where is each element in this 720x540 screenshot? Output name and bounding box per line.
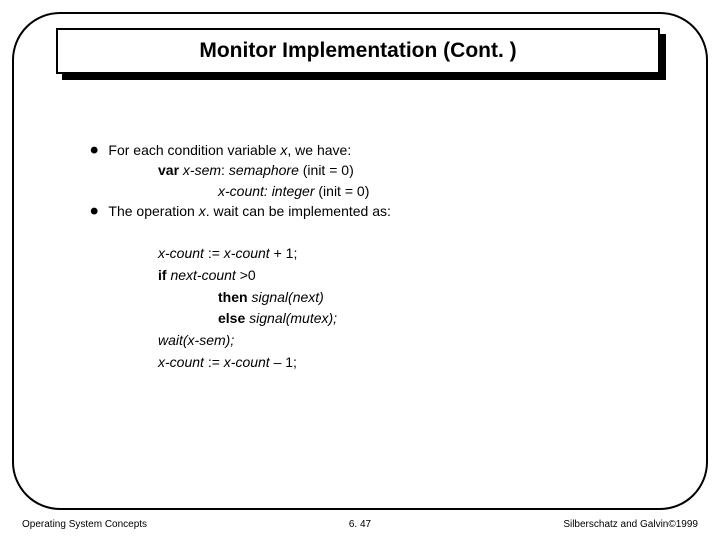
code-block: x-count := x-count + 1; if next-count >0…	[90, 243, 660, 373]
bullet-dot-icon: •	[90, 205, 98, 219]
b1-lead: For each condition variable	[108, 142, 280, 158]
code-line-6: x-count := x-count – 1;	[158, 352, 660, 374]
xsem-name: x-sem	[183, 162, 221, 178]
bullet-dot-icon: •	[90, 144, 98, 158]
l6d: – 1;	[274, 354, 297, 370]
slide-footer: Operating System Concepts 6. 47 Silbersc…	[0, 519, 720, 530]
footer-authors: Silberschatz and Galvin	[563, 519, 668, 530]
b1-tail: , we have:	[287, 142, 351, 158]
xcount-name: x-count: integer	[218, 183, 318, 199]
l1d: + 1;	[274, 245, 298, 261]
l6b: :=	[208, 354, 224, 370]
l4b: signal(mutex);	[249, 310, 337, 326]
colon1: :	[221, 162, 229, 178]
init2: (init = 0)	[318, 183, 369, 199]
footer-right: Silberschatz and Galvin©1999	[563, 519, 698, 530]
l2b: next-count	[170, 267, 239, 283]
slide-content: • For each condition variable x, we have…	[90, 140, 660, 373]
footer-left: Operating System Concepts	[22, 519, 147, 530]
l1b: :=	[208, 245, 224, 261]
type1: semaphore	[229, 162, 303, 178]
b2-tail: . wait can be implemented as:	[206, 203, 391, 219]
b2-op: x	[199, 203, 206, 219]
code-line-4: else signal(mutex);	[158, 308, 660, 330]
footer-year: 1999	[676, 519, 698, 530]
code-line-3: then signal(next)	[158, 287, 660, 309]
bullet-1: • For each condition variable x, we have…	[90, 140, 660, 160]
l1c: x-count	[224, 245, 274, 261]
slide-title: Monitor Implementation (Cont. )	[199, 39, 516, 63]
bullet-2: • The operation x. wait can be implement…	[90, 201, 660, 221]
l5: wait(x-sem);	[158, 332, 234, 348]
init1: (init = 0)	[303, 162, 354, 178]
code-line-2: if next-count >0	[158, 265, 660, 287]
l1a: x-count	[158, 245, 208, 261]
slide-title-box: Monitor Implementation (Cont. )	[56, 28, 660, 74]
code-line-5: wait(x-sem);	[158, 330, 660, 352]
l2c: >0	[240, 267, 256, 283]
bullet-2-text: The operation x. wait can be implemented…	[108, 201, 391, 221]
l3a: then	[218, 289, 251, 305]
l3b: signal(next)	[251, 289, 323, 305]
l6a: x-count	[158, 354, 208, 370]
bullet-1-sub2: x-count: integer (init = 0)	[90, 181, 660, 201]
l4a: else	[218, 310, 249, 326]
bullet-1-text: For each condition variable x, we have:	[108, 140, 351, 160]
l2a: if	[158, 267, 170, 283]
l6c: x-count	[224, 354, 274, 370]
b2-lead: The operation	[108, 203, 198, 219]
copyright-icon: ©	[668, 519, 675, 530]
code-line-1: x-count := x-count + 1;	[158, 243, 660, 265]
kw-var: var	[158, 162, 183, 178]
footer-page-number: 6. 47	[349, 519, 371, 530]
bullet-1-sub1: var x-sem: semaphore (init = 0)	[90, 160, 660, 180]
